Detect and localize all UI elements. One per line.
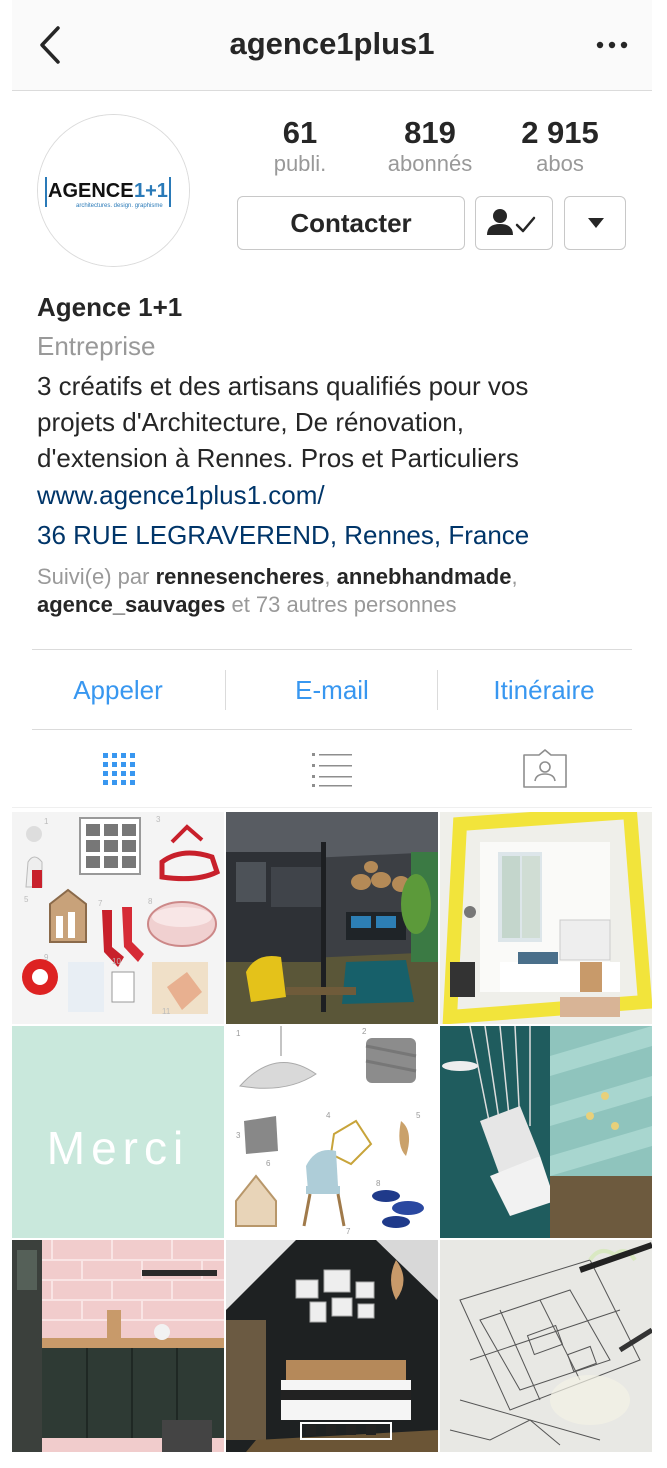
post-thumbnail-kids-room[interactable] <box>440 812 652 1024</box>
person-check-icon <box>487 209 536 235</box>
tab-grid[interactable] <box>12 730 225 808</box>
svg-text:9: 9 <box>44 953 49 962</box>
svg-text:4: 4 <box>326 1111 331 1120</box>
post-thumbnail-christmas-moodboard[interactable]: 1 3 5 7 8 9 10 11 <box>12 812 224 1024</box>
suggestions-dropdown-button[interactable] <box>564 196 626 250</box>
svg-text:3: 3 <box>156 815 161 824</box>
following-count[interactable]: 2 915 abos <box>500 114 620 176</box>
bio-line: d'extension à Rennes. Pros et Particulie… <box>37 443 519 473</box>
contact-button[interactable]: Contacter <box>237 196 465 250</box>
posts-count-value: 61 <box>282 115 318 150</box>
svg-text:5: 5 <box>416 1111 421 1120</box>
svg-text:11: 11 <box>162 1007 171 1016</box>
svg-text:1: 1 <box>236 1029 241 1038</box>
merci-text: Merci <box>47 1122 189 1174</box>
svg-text:3: 3 <box>236 1131 241 1140</box>
post-thumbnail-kitchen[interactable] <box>12 1240 224 1452</box>
follower-username[interactable]: annebhandmade <box>337 564 512 589</box>
following-count-value: 2 915 <box>521 115 599 150</box>
bio-line: projets d'Architecture, De rénovation, <box>37 407 464 437</box>
followers-count-value: 819 <box>404 115 456 150</box>
svg-text:10: 10 <box>112 957 121 966</box>
tab-list[interactable] <box>225 730 438 808</box>
svg-text:8: 8 <box>148 897 153 906</box>
posts-count[interactable]: 61 publi. <box>240 114 360 176</box>
contact-actions-bar: Appeler E-mail Itinéraire <box>12 650 652 730</box>
follower-username[interactable]: rennesencheres <box>156 564 325 589</box>
followed-by-prefix: Suivi(e) par <box>37 564 150 589</box>
call-button[interactable]: Appeler <box>12 650 224 730</box>
address-link[interactable]: 36 RUE LEGRAVEREND, Rennes, France <box>37 520 529 551</box>
top-navigation-bar: agence1plus1 <box>12 0 652 91</box>
website-link[interactable]: www.agence1plus1.com/ <box>37 480 325 511</box>
logo-text: AGENCE <box>48 180 134 202</box>
svg-text:2: 2 <box>362 1027 367 1036</box>
svg-text:6: 6 <box>266 1159 271 1168</box>
profile-bio: 3 créatifs et des artisans qualifiés pou… <box>37 368 637 476</box>
grid-icon <box>102 753 135 785</box>
caret-down-icon <box>588 218 604 228</box>
post-thumbnail-sketch[interactable] <box>440 1240 652 1452</box>
separator: , <box>324 564 331 589</box>
directions-button[interactable]: Itinéraire <box>438 650 650 730</box>
posts-count-label: publi. <box>273 151 327 176</box>
follower-username[interactable]: agence_sauvages <box>37 592 225 617</box>
profile-avatar[interactable]: AGENCE 1+1 architectures. design. graphi… <box>37 114 190 267</box>
profile-view-tabs <box>12 730 652 808</box>
profile-stats: 61 publi. 819 abonnés 2 915 abos <box>240 114 626 184</box>
followed-by-suffix: et 73 autres personnes <box>231 592 457 617</box>
separator: , <box>511 564 518 589</box>
post-thumbnail-bedroom[interactable] <box>226 1240 438 1452</box>
followers-count[interactable]: 819 abonnés <box>370 114 490 176</box>
profile-username-title: agence1plus1 <box>229 26 435 61</box>
svg-text:1: 1 <box>44 817 49 826</box>
post-thumbnail-merci[interactable]: Merci <box>12 1026 224 1238</box>
bio-line: 3 créatifs et des artisans qualifiés pou… <box>37 371 529 401</box>
tagged-icon <box>522 749 567 788</box>
logo-subtext: architectures. design. graphisme <box>76 203 163 209</box>
following-button[interactable] <box>475 196 553 250</box>
followers-count-label: abonnés <box>387 151 473 176</box>
post-thumbnail-furniture-moodboard[interactable]: 1 2 3 4 5 6 7 8 <box>226 1026 438 1238</box>
list-icon <box>311 753 352 787</box>
posts-grid: 1 3 5 7 8 9 10 11 Merci 1 2 3 4 5 6 7 8 <box>12 812 652 1452</box>
svg-text:5: 5 <box>24 895 29 904</box>
tab-tagged[interactable] <box>438 730 651 808</box>
svg-text:8: 8 <box>376 1179 381 1188</box>
post-thumbnail-staircase[interactable] <box>440 1026 652 1238</box>
svg-text:1+1: 1+1 <box>134 180 168 202</box>
svg-text:7: 7 <box>98 899 103 908</box>
followed-by-text[interactable]: Suivi(e) par rennesencheres, annebhandma… <box>37 563 637 619</box>
profile-name: Agence 1+1 <box>37 292 183 322</box>
following-count-label: abos <box>536 151 584 176</box>
more-options-icon[interactable] <box>594 30 630 60</box>
email-button[interactable]: E-mail <box>226 650 438 730</box>
profile-category: Entreprise <box>37 331 156 361</box>
agence-logo: AGENCE 1+1 architectures. design. graphi… <box>38 115 189 266</box>
svg-text:7: 7 <box>346 1227 351 1236</box>
post-thumbnail-office-interior[interactable] <box>226 812 438 1024</box>
